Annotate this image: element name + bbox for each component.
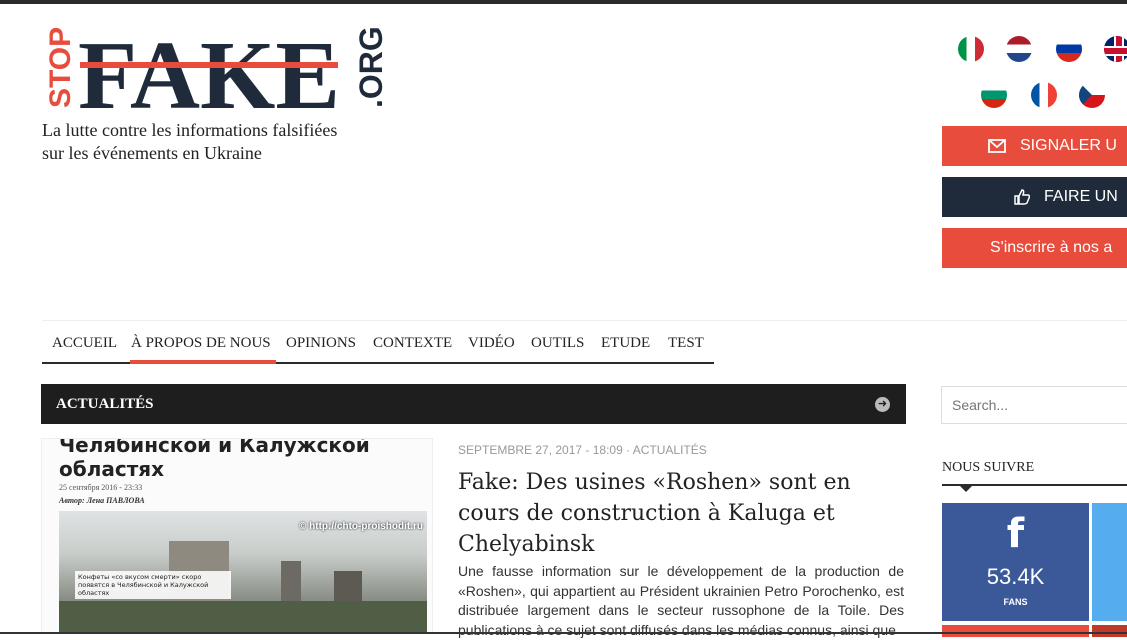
logo-stop-text: STOP — [44, 27, 77, 108]
section-title[interactable]: ACTUALITÉS — [56, 396, 154, 413]
thumbnail-watermark: © http://chto-proishodit.ru — [298, 521, 423, 532]
facebook-count: 53.4K — [986, 564, 1045, 589]
thumbnail-author: Автор: Лена ПАВЛОВА — [59, 496, 145, 505]
thumbnail-caption: Конфеты «со вкусом смерти» скоро появятс… — [75, 571, 231, 599]
nav-item-video[interactable]: VIDÉO — [468, 335, 515, 352]
donate-button[interactable]: FAIRE UN — [942, 177, 1127, 217]
tagline-line2: sur les événements en Ukraine — [42, 143, 262, 163]
article-excerpt: Une fausse information sur le développem… — [458, 563, 904, 638]
flag-french-icon[interactable] — [1031, 82, 1057, 108]
nav-item-opinions[interactable]: OPINIONS — [286, 335, 356, 352]
tagline-line1: La lutte contre les informations falsifi… — [42, 120, 338, 140]
article-thumbnail[interactable]: Челябинской и Калужской областях 25 сент… — [41, 438, 433, 634]
nav-item-etude[interactable]: ETUDE — [601, 335, 650, 352]
search-input[interactable] — [942, 387, 1127, 423]
top-border — [0, 0, 1127, 4]
flag-dutch-icon[interactable] — [1006, 36, 1032, 62]
facebook-follow-box[interactable]: f 53.4K FANS — [942, 503, 1089, 621]
foliage-shape — [59, 601, 427, 633]
thumbs-up-icon — [1014, 189, 1030, 205]
nav-item-outils[interactable]: OUTILS — [531, 335, 584, 352]
article-meta: SEPTEMBRE 27, 2017 - 18:09 · ACTUALITÉS — [458, 443, 707, 457]
follow-pointer — [960, 486, 972, 492]
flag-russian-icon[interactable] — [1056, 36, 1082, 62]
subscribe-button-label: S'inscrire à nos a — [990, 239, 1113, 256]
search-box — [941, 386, 1127, 424]
facebook-icon: f — [1006, 511, 1025, 557]
language-selector — [955, 32, 1127, 112]
follow-title: NOUS SUIVRE — [942, 460, 1035, 475]
flag-english-icon[interactable] — [1104, 36, 1127, 62]
thumbnail-photo: © http://chto-proishodit.ru Конфеты «со … — [59, 511, 427, 633]
nav-active-indicator — [130, 360, 276, 364]
article-title[interactable]: Fake: Des usines «Roshen» sont en cours … — [458, 467, 898, 560]
facebook-label: FANS — [1003, 597, 1028, 607]
social-box-strip[interactable] — [942, 625, 1089, 637]
donate-button-label: FAIRE UN — [1044, 188, 1118, 205]
logo-org-text: .ORG — [353, 26, 389, 108]
flag-czech-icon[interactable] — [1079, 82, 1105, 108]
site-tagline: La lutte contre les informations falsifi… — [42, 119, 422, 165]
thumbnail-date: 25 сентября 2016 - 23:33 — [59, 483, 143, 492]
flag-bulgarian-icon[interactable] — [981, 82, 1007, 108]
subscribe-button[interactable]: S'inscrire à nos a — [942, 228, 1127, 268]
nav-item-accueil[interactable]: ACCUEIL — [52, 335, 117, 352]
flag-italian-icon[interactable] — [958, 36, 984, 62]
section-header: ACTUALITÉS ➜ — [41, 384, 906, 424]
main-nav: ACCUEIL À PROPOS DE NOUS OPINIONS CONTEX… — [42, 320, 1127, 365]
nav-item-test[interactable]: TEST — [668, 335, 704, 352]
twitter-follow-box[interactable] — [1092, 503, 1127, 621]
logo-strike — [80, 62, 338, 68]
social-box-strip[interactable] — [1092, 625, 1127, 637]
report-button[interactable]: SIGNALER U — [942, 126, 1127, 166]
envelope-icon — [988, 139, 1006, 153]
nav-item-a-propos[interactable]: À PROPOS DE NOUS — [131, 335, 271, 352]
report-button-label: SIGNALER U — [1020, 137, 1117, 154]
thumbnail-headline: Челябинской и Калужской областях — [59, 438, 370, 481]
arrow-circle-icon[interactable]: ➜ — [875, 397, 890, 412]
site-logo[interactable]: STOP FAKE .ORG — [40, 22, 390, 114]
nav-item-contexte[interactable]: CONTEXTE — [373, 335, 452, 352]
